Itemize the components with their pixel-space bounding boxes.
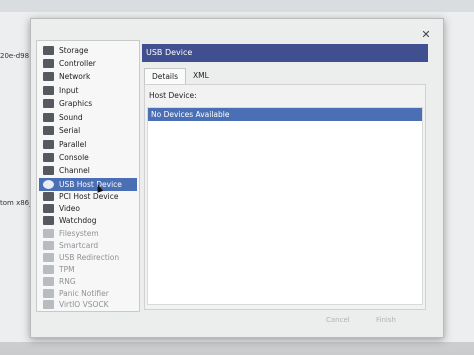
storage-icon (43, 46, 54, 55)
list-item[interactable]: No Devices Available (148, 108, 422, 121)
hardware-type-list: Storage Controller Network Input Graphic… (36, 40, 140, 312)
rng-icon (43, 277, 54, 286)
sidebar-item-serial[interactable]: Serial (39, 124, 137, 137)
sidebar-item-label: VirtIO VSOCK (59, 300, 109, 309)
sidebar-item-channel[interactable]: Channel (39, 164, 137, 177)
serial-icon (43, 126, 54, 135)
sidebar-item-label: RNG (59, 277, 76, 286)
sidebar-item-label: Storage (59, 46, 89, 55)
graphics-icon (43, 99, 54, 108)
console-icon (43, 153, 54, 162)
watchdog-icon (43, 216, 54, 225)
sidebar-item-label: Smartcard (59, 241, 99, 250)
video-icon (43, 204, 54, 213)
host-device-label: Host Device: (149, 91, 197, 100)
usb-icon (43, 180, 54, 189)
sidebar-item-watchdog[interactable]: Watchdog (39, 214, 137, 227)
tab-xml[interactable]: XML (186, 68, 216, 84)
sidebar-item-label: Graphics (59, 99, 93, 108)
input-icon (43, 86, 54, 95)
sidebar-item-network[interactable]: Network (39, 70, 137, 83)
parallel-icon (43, 140, 54, 149)
background-text: tom x86_6 (0, 199, 34, 207)
sidebar-item-label: Video (59, 204, 81, 213)
channel-icon (43, 166, 54, 175)
filesystem-icon (43, 229, 54, 238)
sidebar-item-controller[interactable]: Controller (39, 57, 137, 70)
tpm-icon (43, 265, 54, 274)
sidebar-item-label: Network (59, 72, 91, 81)
sidebar-item-label: USB Host Device (59, 180, 122, 189)
sidebar-item-label: TPM (59, 265, 75, 274)
sidebar-item-label: Panic Notifier (59, 289, 109, 298)
host-device-list[interactable]: No Devices Available (147, 107, 423, 305)
usb-redirection-icon (43, 253, 54, 262)
finish-button[interactable]: Finish (376, 314, 396, 326)
sidebar-item-graphics[interactable]: Graphics (39, 97, 137, 110)
sidebar-item-label: PCI Host Device (59, 192, 119, 201)
device-detail-panel: USB Device Details XML Host Device: No D… (142, 40, 430, 310)
tab-bar: Details XML (144, 68, 216, 84)
sidebar-item-label: Input (59, 86, 79, 95)
sidebar-item-label: Watchdog (59, 216, 97, 225)
sidebar-item-virtio-vsock[interactable]: VirtIO VSOCK (39, 298, 137, 311)
sidebar-item-parallel[interactable]: Parallel (39, 138, 137, 151)
controller-icon (43, 59, 54, 68)
sound-icon (43, 113, 54, 122)
sidebar-item-label: Console (59, 153, 89, 162)
sidebar-item-label: Channel (59, 166, 90, 175)
sidebar-item-label: Filesystem (59, 229, 99, 238)
sidebar-item-label: Serial (59, 126, 81, 135)
sidebar-item-input[interactable]: Input (39, 84, 137, 97)
panic-notifier-icon (43, 289, 54, 298)
sidebar-item-console[interactable]: Console (39, 151, 137, 164)
smartcard-icon (43, 241, 54, 250)
network-icon (43, 72, 54, 81)
sidebar-item-storage[interactable]: Storage (39, 44, 137, 57)
sidebar-item-label: Sound (59, 113, 83, 122)
panel-title: USB Device (142, 44, 428, 62)
details-tab-body: Host Device: No Devices Available (144, 84, 426, 310)
pci-icon (43, 192, 54, 201)
vsock-icon (43, 300, 54, 309)
sidebar-item-sound[interactable]: Sound (39, 111, 137, 124)
sidebar-item-label: Parallel (59, 140, 87, 149)
tab-details[interactable]: Details (144, 68, 187, 84)
sidebar-item-label: USB Redirection (59, 253, 120, 262)
background-text: 20e-d98 (0, 52, 30, 60)
cancel-button[interactable]: Cancel (326, 314, 350, 326)
sidebar-item-label: Controller (59, 59, 96, 68)
